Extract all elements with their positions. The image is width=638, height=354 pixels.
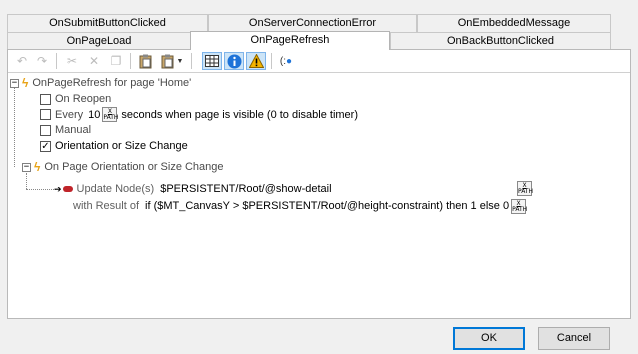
- delete-icon[interactable]: ✕: [84, 52, 104, 70]
- event-bolt-icon: ϟ: [22, 76, 29, 90]
- collapse-toggle[interactable]: −: [10, 78, 19, 88]
- xpath-icon[interactable]: X PATH: [517, 181, 533, 196]
- on-reopen-checkbox[interactable]: [40, 93, 51, 105]
- option-orientation[interactable]: ✓ Orientation or Size Change: [40, 138, 188, 154]
- paste-special-icon[interactable]: ▼: [158, 52, 186, 70]
- info-icon[interactable]: [224, 52, 244, 70]
- every-suffix: seconds when page is visible (0 to disab…: [121, 108, 358, 121]
- every-label: Every: [55, 108, 84, 121]
- action-result[interactable]: with Result of if ($MT_CanvasY > $PERSIS…: [73, 197, 527, 215]
- event-label: On Page Orientation or Size Change: [44, 161, 224, 173]
- chevron-down-icon: ▼: [176, 57, 184, 65]
- warning-icon[interactable]: [246, 52, 266, 70]
- paste-icon[interactable]: [136, 52, 156, 70]
- orientation-label: Orientation or Size Change: [55, 140, 188, 152]
- event-node[interactable]: − ϟ On Page Orientation or Size Change: [22, 159, 224, 175]
- undo-icon[interactable]: ↶: [12, 52, 32, 70]
- redo-icon[interactable]: ↷: [32, 52, 52, 70]
- manual-checkbox[interactable]: [40, 124, 51, 136]
- tree-connector: [26, 173, 27, 189]
- action-label: Update Node(s): [76, 183, 155, 195]
- toolbar-separator: [271, 53, 272, 69]
- result-expression[interactable]: if ($MT_CanvasY > $PERSISTENT/Root/@heig…: [145, 200, 509, 212]
- on-reopen-label: On Reopen: [55, 93, 112, 105]
- option-every[interactable]: Every 10 X PATH seconds when page is visi…: [40, 106, 358, 123]
- option-on-reopen[interactable]: On Reopen: [40, 91, 111, 107]
- tree-root[interactable]: − ϟ OnPageRefresh for page 'Home': [10, 75, 191, 91]
- collapse-toggle[interactable]: −: [22, 162, 31, 172]
- manual-label: Manual: [55, 124, 92, 136]
- orientation-checkbox[interactable]: ✓: [40, 140, 51, 152]
- every-value[interactable]: 10: [88, 109, 100, 121]
- tab-onserverconnectionerror[interactable]: OnServerConnectionError: [208, 14, 417, 32]
- grid-view-icon[interactable]: [202, 52, 222, 70]
- cut-icon[interactable]: ✂: [62, 52, 82, 70]
- tree-connector: [14, 87, 15, 167]
- xpath-icon[interactable]: X PATH: [511, 198, 527, 214]
- action-update-node[interactable]: ➔ Update Node(s) $PERSISTENT/Root/@show-…: [54, 180, 332, 198]
- tab-onpagerefresh[interactable]: OnPageRefresh: [190, 31, 390, 50]
- tab-onbackbuttonclicked[interactable]: OnBackButtonClicked: [390, 32, 611, 50]
- toolbar-separator: [56, 53, 57, 69]
- event-bolt-icon: ϟ: [34, 160, 41, 174]
- action-icon: [62, 186, 73, 192]
- every-checkbox[interactable]: [40, 109, 51, 120]
- arrow-icon: ➔: [54, 183, 62, 194]
- toolbar: ↶ ↷ ✂ ✕ ❐ ▼ (: ●: [8, 50, 630, 72]
- root-label: OnPageRefresh for page 'Home': [32, 77, 192, 89]
- breakpoint-icon[interactable]: (: ●: [276, 52, 296, 70]
- cancel-button[interactable]: Cancel: [538, 327, 610, 350]
- tree-connector: [26, 189, 56, 190]
- xpath-icon[interactable]: X PATH: [102, 107, 118, 122]
- ok-button[interactable]: OK: [453, 327, 525, 350]
- toolbar-separator: [191, 53, 192, 69]
- result-label: with Result of: [73, 200, 140, 212]
- toolbar-separator: [130, 53, 131, 69]
- action-tree: − ϟ OnPageRefresh for page 'Home' On Reo…: [8, 72, 630, 318]
- tab-onsubmitbuttonclicked[interactable]: OnSubmitButtonClicked: [7, 14, 208, 32]
- tab-onembeddedmessage[interactable]: OnEmbeddedMessage: [417, 14, 611, 32]
- copy-icon[interactable]: ❐: [106, 52, 126, 70]
- tab-onpageload[interactable]: OnPageLoad: [7, 32, 191, 50]
- action-target[interactable]: $PERSISTENT/Root/@show-detail: [160, 183, 331, 195]
- option-manual[interactable]: Manual: [40, 122, 91, 138]
